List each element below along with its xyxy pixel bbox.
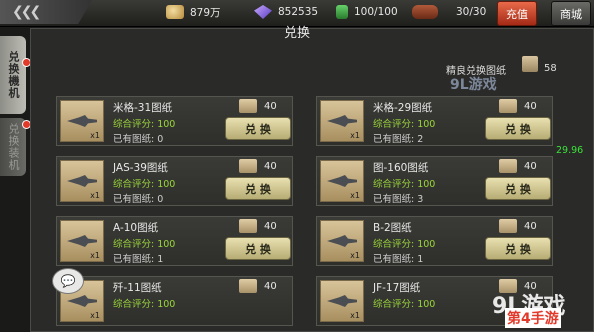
fps-readout: 29.96 <box>556 145 584 156</box>
quantity-badge: x1 <box>350 311 360 320</box>
watermark: 第4手游 <box>505 308 561 328</box>
blueprint-icon <box>239 219 257 233</box>
blueprint-owned: 已有图纸: 3 <box>373 194 424 205</box>
blueprint-cost: 40 <box>524 101 537 112</box>
blueprint-owned: 已有图纸: 0 <box>113 194 164 205</box>
blueprint-thumbnail: x1 <box>60 160 104 202</box>
blueprint-owned: 已有图纸: 1 <box>113 254 164 265</box>
blueprint-cost: 40 <box>264 221 277 232</box>
blueprint-thumbnail: x1 <box>320 220 364 262</box>
blueprint-icon <box>499 219 517 233</box>
blueprint-score: 综合评分: 100 <box>113 179 176 190</box>
exchange-button[interactable]: 兑 换 <box>485 117 551 140</box>
exchange-button[interactable]: 兑 换 <box>225 237 291 260</box>
ammo-resource: 30/30 <box>412 3 486 21</box>
exchange-button[interactable]: 兑 换 <box>485 237 551 260</box>
tab-exchange-aircraft[interactable]: 兑换機机 <box>0 36 26 114</box>
double-chevron-left-icon: ❮❮❮ <box>12 4 41 20</box>
blueprint-thumbnail: x1 <box>320 100 364 142</box>
blueprint-thumbnail: x1 <box>320 280 364 322</box>
blueprint-name: 米格-31图纸 <box>113 102 173 114</box>
quantity-badge: x1 <box>90 251 100 260</box>
blueprint-score: 综合评分: 100 <box>113 119 176 130</box>
chat-icon[interactable]: 💬 <box>52 268 84 294</box>
blueprint-owned: 已有图纸: 1 <box>373 254 424 265</box>
exchange-button[interactable]: 兑 换 <box>485 177 551 200</box>
gold-icon <box>166 5 184 19</box>
gem-icon <box>254 5 272 19</box>
blueprint-score: 综合评分: 100 <box>373 179 436 190</box>
blueprint-thumbnail: x1 <box>60 220 104 262</box>
blueprint-card: x1 JAS-39图纸 综合评分: 100 已有图纸: 0 40 兑 换 <box>56 156 293 206</box>
blueprint-icon <box>239 159 257 173</box>
ammo-icon <box>412 5 438 19</box>
gem-value: 852535 <box>278 6 319 18</box>
blueprint-card: x1 图-160图纸 综合评分: 100 已有图纸: 3 40 兑 换 <box>316 156 553 206</box>
gem-resource: 852535 <box>254 3 318 21</box>
blueprint-icon <box>239 99 257 113</box>
quantity-badge: x1 <box>350 131 360 140</box>
crafts-count: 58 <box>544 63 557 74</box>
blueprint-score: 综合评分: 100 <box>113 299 176 310</box>
blueprint-name: JAS-39图纸 <box>113 162 168 174</box>
blueprint-thumbnail: x1 <box>320 160 364 202</box>
blueprint-score: 综合评分: 100 <box>373 239 436 250</box>
blueprint-icon <box>522 56 538 72</box>
blueprint-card: x1 B-2图纸综合评分: 100 已有图纸: 1 40 兑 换 <box>316 216 553 266</box>
blueprint-name: 图-160图纸 <box>373 162 429 174</box>
blueprint-icon <box>499 159 517 173</box>
aircraft-icon <box>67 235 97 247</box>
blueprint-name: 歼-11图纸 <box>113 282 162 294</box>
blueprint-card: x1 米格-31图纸 综合评分: 100 已有图纸: 0 40 兑 换 <box>56 96 293 146</box>
ammo-value: 30/30 <box>456 6 487 18</box>
blueprint-score: 综合评分: 100 <box>113 239 176 250</box>
back-button[interactable]: ❮❮❮ <box>0 0 92 24</box>
blueprint-card: x1 歼-11图纸综合评分: 100 40 <box>56 276 293 326</box>
quantity-badge: x1 <box>90 311 100 320</box>
aircraft-icon <box>327 175 357 187</box>
quantity-badge: x1 <box>350 251 360 260</box>
blueprint-card: x1 A-10图纸综合评分: 100 已有图纸: 1 40 兑 换 <box>56 216 293 266</box>
blueprint-cost: 40 <box>264 161 277 172</box>
blueprint-score: 综合评分: 100 <box>373 119 436 130</box>
blueprint-name: B-2图纸 <box>373 222 412 234</box>
blueprint-icon <box>499 99 517 113</box>
blueprint-name: A-10图纸 <box>113 222 159 234</box>
blueprint-icon <box>239 279 257 293</box>
fuel-icon <box>336 5 348 19</box>
fuel-value: 100/100 <box>354 6 398 18</box>
watermark: 9L游戏 <box>450 77 497 93</box>
aircraft-icon <box>67 115 97 127</box>
blueprint-card: x1 米格-29图纸 综合评分: 100 已有图纸: 2 40 兑 换 <box>316 96 553 146</box>
blueprint-cost: 40 <box>264 101 277 112</box>
aircraft-icon <box>67 295 97 307</box>
aircraft-icon <box>327 235 357 247</box>
blueprint-cost: 40 <box>264 281 277 292</box>
blueprint-score: 综合评分: 100 <box>373 299 436 310</box>
aircraft-icon <box>67 175 97 187</box>
quantity-badge: x1 <box>90 131 100 140</box>
fuel-resource: 100/100 <box>336 3 398 21</box>
blueprint-owned: 已有图纸: 2 <box>373 134 424 145</box>
exchange-button[interactable]: 兑 换 <box>225 117 291 140</box>
quantity-badge: x1 <box>90 191 100 200</box>
page-title: 兑换 <box>283 26 310 41</box>
aircraft-icon <box>327 115 357 127</box>
exchange-button[interactable]: 兑 换 <box>225 177 291 200</box>
blueprint-name: JF-17图纸 <box>373 282 421 294</box>
quantity-badge: x1 <box>350 191 360 200</box>
blueprint-owned: 已有图纸: 0 <box>113 134 164 145</box>
gold-value: 879万 <box>190 6 221 19</box>
blueprint-name: 米格-29图纸 <box>373 102 433 114</box>
aircraft-icon <box>327 295 357 307</box>
blueprint-thumbnail: x1 <box>60 100 104 142</box>
gold-resource: 879万 <box>166 3 221 21</box>
blueprint-cost: 40 <box>524 161 537 172</box>
blueprint-cost: 40 <box>524 221 537 232</box>
